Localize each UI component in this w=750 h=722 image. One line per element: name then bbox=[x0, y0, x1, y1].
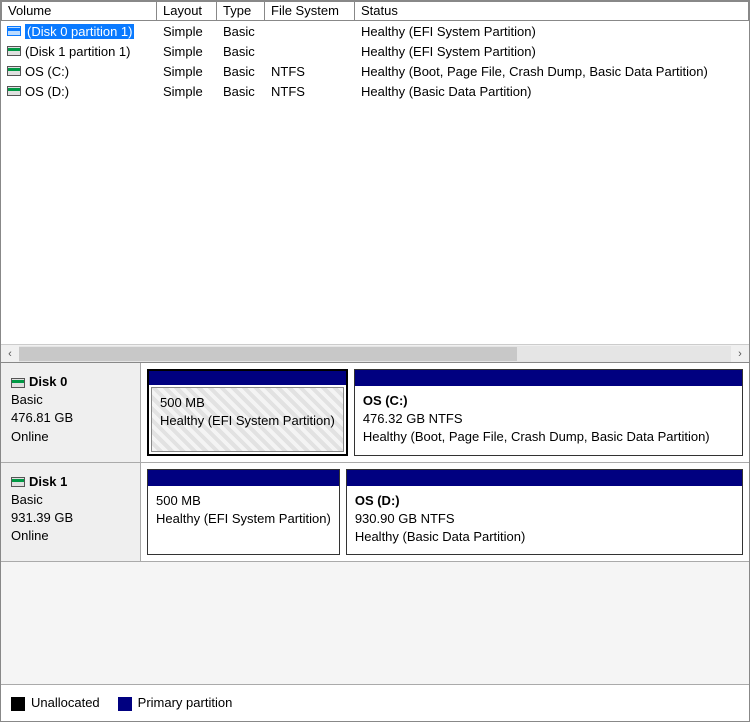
partition-size: 500 MB bbox=[156, 492, 331, 510]
disk-icon bbox=[11, 378, 25, 388]
partition[interactable]: 500 MB Healthy (EFI System Partition) bbox=[147, 469, 340, 556]
scroll-track[interactable] bbox=[19, 346, 731, 362]
volume-status: Healthy (Basic Data Partition) bbox=[355, 83, 749, 100]
partition-status: Healthy (EFI System Partition) bbox=[160, 412, 335, 430]
volume-fs bbox=[265, 30, 355, 32]
volume-layout: Simple bbox=[157, 63, 217, 80]
legend-primary-label: Primary partition bbox=[138, 695, 233, 710]
disk-map-spacer bbox=[1, 562, 749, 684]
volume-row[interactable]: (Disk 1 partition 1) Simple Basic Health… bbox=[1, 41, 749, 61]
column-header-layout[interactable]: Layout bbox=[157, 1, 217, 21]
volume-row[interactable]: OS (D:) Simple Basic NTFS Healthy (Basic… bbox=[1, 81, 749, 101]
volume-rows: (Disk 0 partition 1) Simple Basic Health… bbox=[1, 21, 749, 344]
column-header-filesystem[interactable]: File System bbox=[265, 1, 355, 21]
disk-size: 931.39 GB bbox=[11, 509, 132, 527]
disk-state: Online bbox=[11, 428, 132, 446]
volume-type: Basic bbox=[217, 23, 265, 40]
partition-status: Healthy (EFI System Partition) bbox=[156, 510, 331, 528]
disk-name: Disk 1 bbox=[29, 474, 67, 489]
volume-row[interactable]: OS (C:) Simple Basic NTFS Healthy (Boot,… bbox=[1, 61, 749, 81]
disk-type: Basic bbox=[11, 391, 132, 409]
volume-type: Basic bbox=[217, 43, 265, 60]
swatch-unallocated-icon bbox=[11, 697, 25, 711]
swatch-primary-icon bbox=[118, 697, 132, 711]
volume-name: OS (C:) bbox=[25, 64, 69, 79]
legend: Unallocated Primary partition bbox=[1, 684, 749, 721]
volume-status: Healthy (EFI System Partition) bbox=[355, 23, 749, 40]
disk-icon bbox=[7, 26, 21, 36]
disk-icon bbox=[11, 477, 25, 487]
volume-layout: Simple bbox=[157, 43, 217, 60]
volume-list-header: Volume Layout Type File System Status bbox=[1, 1, 749, 21]
partition-stripe bbox=[149, 371, 346, 385]
partition-size: 476.32 GB NTFS bbox=[363, 410, 734, 428]
column-header-volume[interactable]: Volume bbox=[1, 1, 157, 21]
disk-type: Basic bbox=[11, 491, 132, 509]
disk-state: Online bbox=[11, 527, 132, 545]
disk-map: Disk 0 Basic 476.81 GB Online 500 MB Hea… bbox=[1, 363, 749, 721]
partition-stripe bbox=[355, 370, 742, 386]
partition-title: OS (C:) bbox=[363, 392, 734, 410]
column-header-status[interactable]: Status bbox=[355, 1, 749, 21]
partition[interactable]: OS (D:) 930.90 GB NTFS Healthy (Basic Da… bbox=[346, 469, 743, 556]
disk-icon bbox=[7, 46, 21, 56]
partition-status: Healthy (Boot, Page File, Crash Dump, Ba… bbox=[363, 428, 734, 446]
partition-status: Healthy (Basic Data Partition) bbox=[355, 528, 734, 546]
volume-type: Basic bbox=[217, 83, 265, 100]
legend-unallocated-label: Unallocated bbox=[31, 695, 100, 710]
scroll-left-icon[interactable]: ‹ bbox=[1, 345, 19, 363]
partition-stripe bbox=[347, 470, 742, 486]
volume-fs bbox=[265, 50, 355, 52]
volume-status: Healthy (Boot, Page File, Crash Dump, Ba… bbox=[355, 63, 749, 80]
volume-name: (Disk 1 partition 1) bbox=[25, 44, 130, 59]
partition-stripe bbox=[148, 470, 339, 486]
volume-name: OS (D:) bbox=[25, 84, 69, 99]
disk-block: Disk 1 Basic 931.39 GB Online 500 MB Hea… bbox=[1, 463, 749, 563]
volume-type: Basic bbox=[217, 63, 265, 80]
disk-info[interactable]: Disk 1 Basic 931.39 GB Online bbox=[1, 463, 141, 562]
disk-icon bbox=[7, 66, 21, 76]
partition-size: 500 MB bbox=[160, 394, 335, 412]
column-header-type[interactable]: Type bbox=[217, 1, 265, 21]
partition[interactable]: 500 MB Healthy (EFI System Partition) bbox=[147, 369, 348, 456]
volume-fs: NTFS bbox=[265, 83, 355, 100]
partition-title: OS (D:) bbox=[355, 492, 734, 510]
disk-info[interactable]: Disk 0 Basic 476.81 GB Online bbox=[1, 363, 141, 462]
volume-name: (Disk 0 partition 1) bbox=[25, 24, 134, 39]
volume-fs: NTFS bbox=[265, 63, 355, 80]
legend-primary: Primary partition bbox=[118, 695, 233, 711]
disk-partitions: 500 MB Healthy (EFI System Partition) OS… bbox=[141, 463, 749, 562]
volume-layout: Simple bbox=[157, 83, 217, 100]
disk-size: 476.81 GB bbox=[11, 409, 132, 427]
disk-block: Disk 0 Basic 476.81 GB Online 500 MB Hea… bbox=[1, 363, 749, 463]
legend-unallocated: Unallocated bbox=[11, 695, 100, 711]
volume-layout: Simple bbox=[157, 23, 217, 40]
horizontal-scrollbar[interactable]: ‹ › bbox=[1, 344, 749, 362]
volume-status: Healthy (EFI System Partition) bbox=[355, 43, 749, 60]
disk-name: Disk 0 bbox=[29, 374, 67, 389]
scroll-right-icon[interactable]: › bbox=[731, 345, 749, 363]
disk-partitions: 500 MB Healthy (EFI System Partition) OS… bbox=[141, 363, 749, 462]
partition-size: 930.90 GB NTFS bbox=[355, 510, 734, 528]
volume-row[interactable]: (Disk 0 partition 1) Simple Basic Health… bbox=[1, 21, 749, 41]
disk-icon bbox=[7, 86, 21, 96]
scroll-thumb[interactable] bbox=[19, 347, 517, 361]
volume-list: Volume Layout Type File System Status (D… bbox=[1, 1, 749, 363]
partition[interactable]: OS (C:) 476.32 GB NTFS Healthy (Boot, Pa… bbox=[354, 369, 743, 456]
